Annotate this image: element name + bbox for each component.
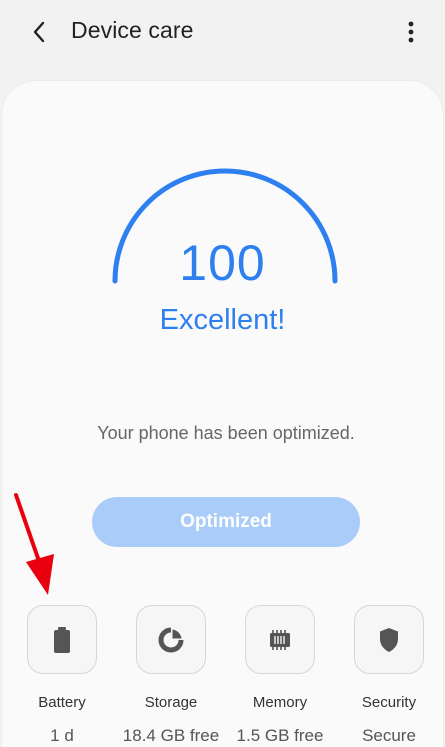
optimization-message: Your phone has been optimized.: [97, 423, 355, 443]
tile-storage[interactable]: Storage 18.4 GB free: [116, 605, 226, 747]
tile-value: Secure: [362, 726, 416, 745]
security-icon-box: [354, 605, 424, 674]
storage-icon: [158, 626, 184, 652]
score-status: Excellent!: [159, 304, 286, 336]
tile-label: Security: [361, 694, 417, 711]
back-button[interactable]: [22, 14, 58, 50]
tile-label: Storage: [144, 694, 198, 711]
battery-icon-box: [27, 605, 97, 674]
tile-value: 18.4 GB free: [122, 726, 220, 745]
tile-memory[interactable]: Memory 1.5 GB free: [225, 605, 335, 747]
app-bar: Device care: [0, 0, 445, 64]
more-vert-icon: [408, 21, 414, 43]
tile-label: Memory: [252, 694, 308, 711]
tile-value: 1 d: [50, 726, 74, 745]
storage-icon-box: [136, 605, 206, 674]
memory-icon-box: [245, 605, 315, 674]
tile-security[interactable]: Security Secure: [334, 605, 444, 747]
red-arrow-icon: [14, 493, 54, 595]
score-value: 100: [179, 235, 266, 291]
optimized-button[interactable]: Optimized: [92, 497, 360, 547]
memory-icon: [270, 629, 290, 650]
tile-value: 1.5 GB free: [236, 726, 324, 745]
more-options-button[interactable]: [396, 14, 426, 50]
tile-label: Battery: [38, 694, 86, 711]
back-arrow-icon: [33, 21, 45, 43]
tile-battery[interactable]: Battery 1 d: [7, 605, 117, 747]
shield-icon: [380, 627, 398, 652]
page-title: Device care: [71, 17, 194, 43]
battery-icon: [54, 626, 70, 653]
